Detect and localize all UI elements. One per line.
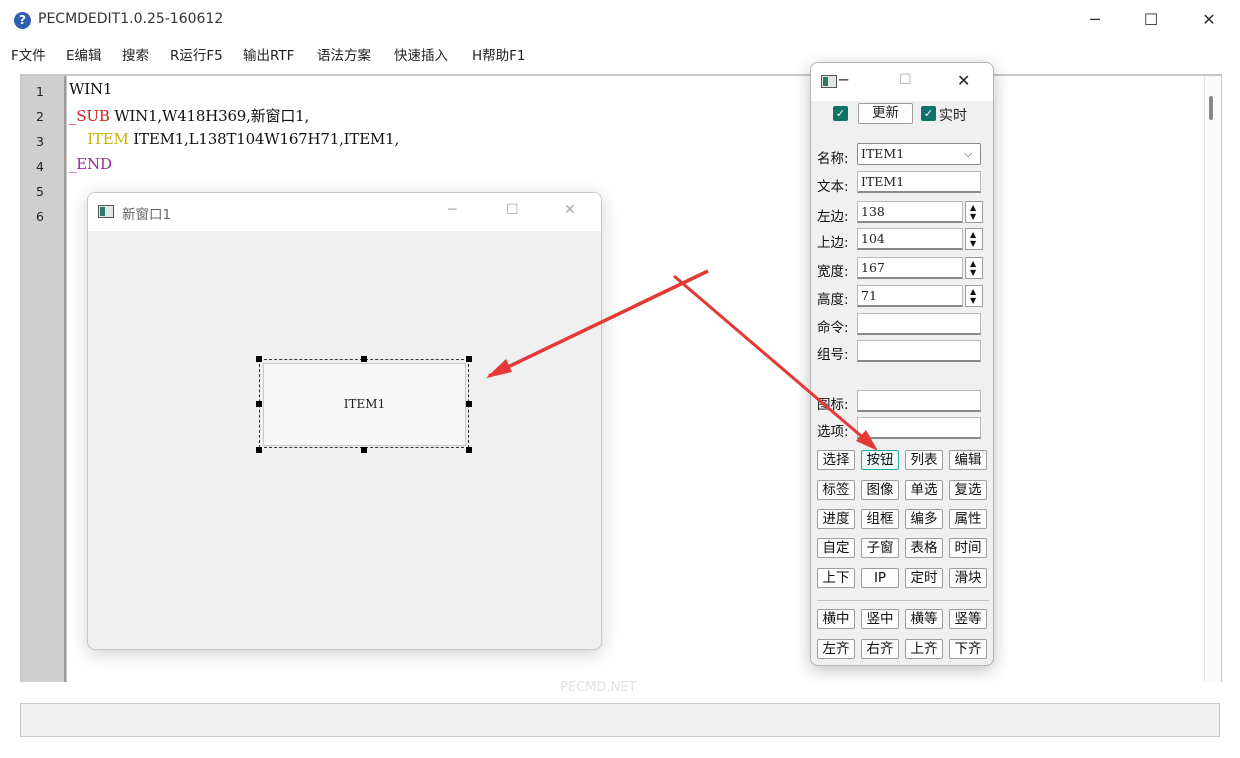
arrow-to-preview-item [488,269,709,378]
arrow-to-button-type [673,274,875,449]
annotation-arrows [486,269,878,451]
arrowhead [486,359,512,378]
